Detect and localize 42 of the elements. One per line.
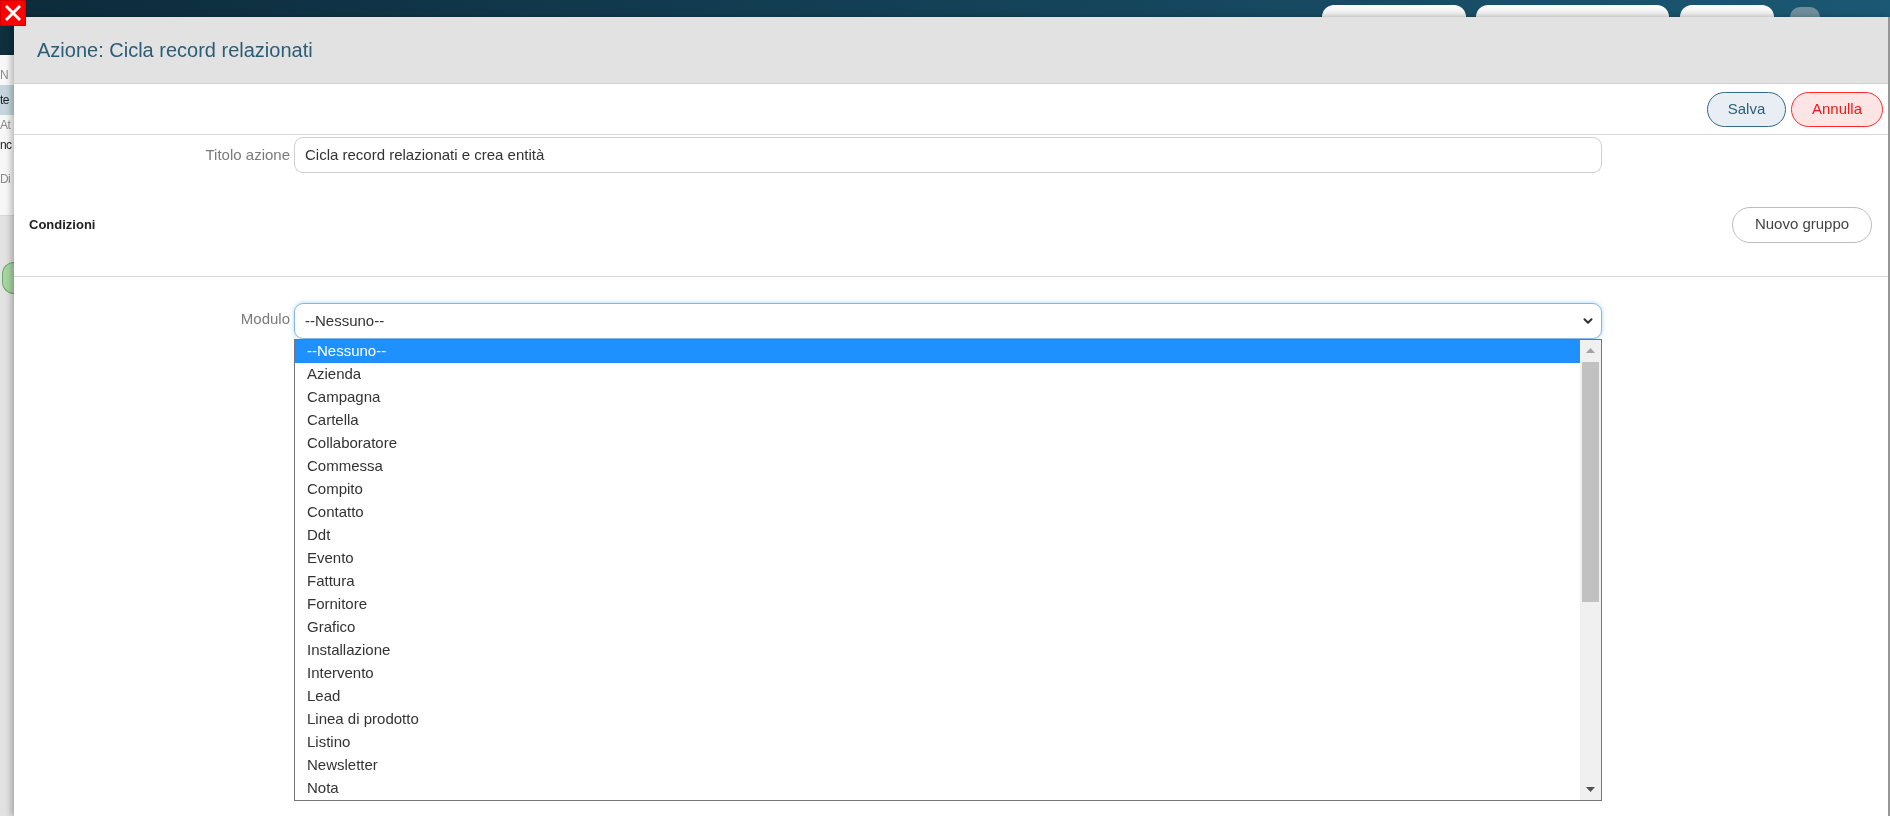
dropdown-option[interactable]: Intervento (295, 662, 1580, 685)
cancel-button[interactable]: Annulla (1791, 91, 1883, 127)
header-tab[interactable] (1322, 5, 1466, 17)
dropdown-option[interactable]: Linea di prodotto (295, 708, 1580, 731)
dropdown-option[interactable]: Contatto (295, 501, 1580, 524)
scroll-down-icon[interactable] (1586, 787, 1595, 792)
save-button[interactable]: Salva (1707, 91, 1786, 127)
dropdown-option[interactable]: Azienda (295, 363, 1580, 386)
dropdown-option[interactable]: Grafico (295, 616, 1580, 639)
new-group-button[interactable]: Nuovo gruppo (1732, 206, 1872, 243)
dropdown-option[interactable]: Cartella (295, 409, 1580, 432)
close-button[interactable] (0, 0, 26, 26)
field-label: Titolo azione (204, 145, 291, 165)
header-tab[interactable] (1680, 5, 1774, 17)
section-title: Condizioni (29, 215, 96, 234)
cut-off-text: N (0, 67, 10, 84)
select-value: --Nessuno-- (305, 310, 385, 331)
close-icon (5, 5, 21, 21)
header-tab[interactable] (1476, 5, 1669, 17)
dropdown-option[interactable]: Newsletter (295, 754, 1580, 777)
dropdown-option[interactable]: Campagna (295, 386, 1580, 409)
field-label: Modulo (239, 309, 291, 329)
dropdown-option[interactable]: Listino (295, 731, 1580, 754)
scrollbar-thumb[interactable] (1582, 362, 1599, 602)
dropdown-option[interactable]: Lead (295, 685, 1580, 708)
dropdown-option[interactable]: Evento (295, 547, 1580, 570)
cut-off-text: Di (0, 171, 12, 188)
dialog-title: Azione: Cicla record relazionati (37, 38, 313, 63)
dropdown-option[interactable]: Compito (295, 478, 1580, 501)
dropdown-option[interactable]: Ddt (295, 524, 1580, 547)
cut-off-text: te (0, 85, 14, 115)
text-input-field[interactable]: Cicla record relazionati e crea entità (294, 137, 1602, 173)
dropdown-option[interactable]: Collaboratore (295, 432, 1580, 455)
dropdown-option[interactable]: Commessa (295, 455, 1580, 478)
scrollbar[interactable] (1580, 340, 1601, 800)
dropdown-option[interactable]: Fornitore (295, 593, 1580, 616)
select-field[interactable]: --Nessuno-- (294, 303, 1602, 339)
cut-off-text: At (0, 117, 12, 134)
dropdown-option[interactable]: Nota (295, 777, 1580, 800)
cut-off-text: nc (0, 137, 13, 154)
dropdown-option[interactable]: Installazione (295, 639, 1580, 662)
dropdown-option[interactable]: Fattura (295, 570, 1580, 593)
